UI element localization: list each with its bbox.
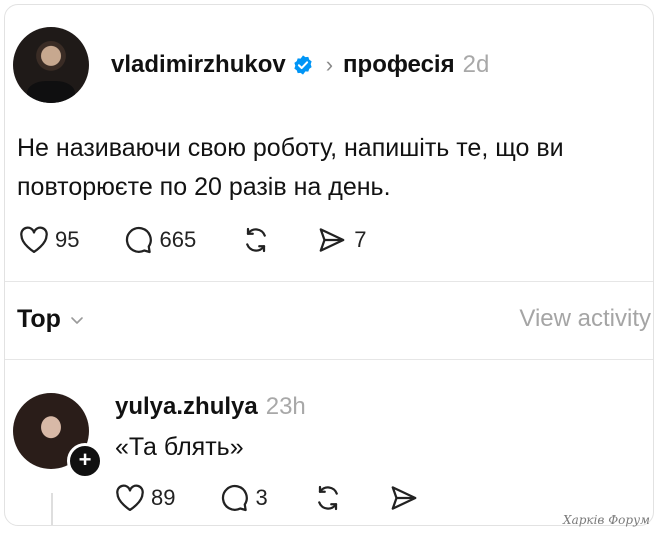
replies-sort-bar: Top View activity (17, 305, 653, 334)
chevron-right-icon: › (325, 52, 334, 77)
share-icon (316, 225, 348, 255)
like-button[interactable]: 95 (19, 226, 79, 254)
verified-badge-icon (292, 54, 314, 76)
thread-line (51, 493, 53, 525)
sort-dropdown-label[interactable]: Top (17, 305, 61, 334)
reply-like-button[interactable]: 89 (115, 484, 175, 512)
repost-button[interactable] (240, 225, 272, 255)
plus-icon[interactable]: + (67, 443, 103, 479)
reply-actions: 89 3 (115, 483, 464, 513)
reply-share-button[interactable] (388, 483, 420, 513)
topic-tag[interactable]: професія (343, 51, 455, 79)
reply-comment-button[interactable]: 3 (219, 483, 268, 513)
divider (5, 359, 653, 360)
author-avatar[interactable] (13, 27, 89, 103)
share-icon (388, 483, 420, 513)
watermark: Харків Форум (563, 513, 650, 527)
share-count: 7 (354, 227, 367, 252)
heart-icon (19, 226, 49, 254)
reply-comment-count: 3 (255, 485, 268, 510)
reply-repost-button[interactable] (312, 483, 344, 513)
repost-icon (312, 483, 344, 513)
view-activity-link[interactable]: View activity (519, 305, 651, 333)
comment-count: 665 (159, 227, 197, 252)
comment-icon (219, 483, 249, 513)
like-count: 95 (55, 227, 80, 252)
share-button[interactable]: 7 (316, 225, 366, 255)
reply-header: yulya.zhulya 23h (115, 393, 306, 421)
reply-text: «Та блять» (115, 433, 244, 461)
reply-timestamp: 23h (265, 393, 306, 420)
reply-author-username[interactable]: yulya.zhulya (115, 393, 258, 421)
chevron-down-icon[interactable] (69, 312, 85, 328)
repost-icon (240, 225, 272, 255)
post-header: vladimirzhukov › професія 2d (13, 27, 489, 103)
divider (5, 281, 653, 282)
post-text: Не називаючи свою роботу, напишіть те, щ… (17, 134, 564, 201)
heart-icon (115, 484, 145, 512)
comment-button[interactable]: 665 (123, 225, 196, 255)
thread-card: vladimirzhukov › професія 2d Не називаюч… (4, 4, 654, 526)
reply-like-count: 89 (151, 485, 176, 510)
post-actions: 95 665 7 (19, 225, 410, 255)
post-meta: vladimirzhukov › професія 2d (111, 51, 489, 79)
comment-icon (123, 225, 153, 255)
reply-author-avatar[interactable]: + (13, 393, 103, 479)
post-timestamp: 2d (462, 51, 490, 78)
author-username[interactable]: vladimirzhukov (111, 51, 286, 79)
